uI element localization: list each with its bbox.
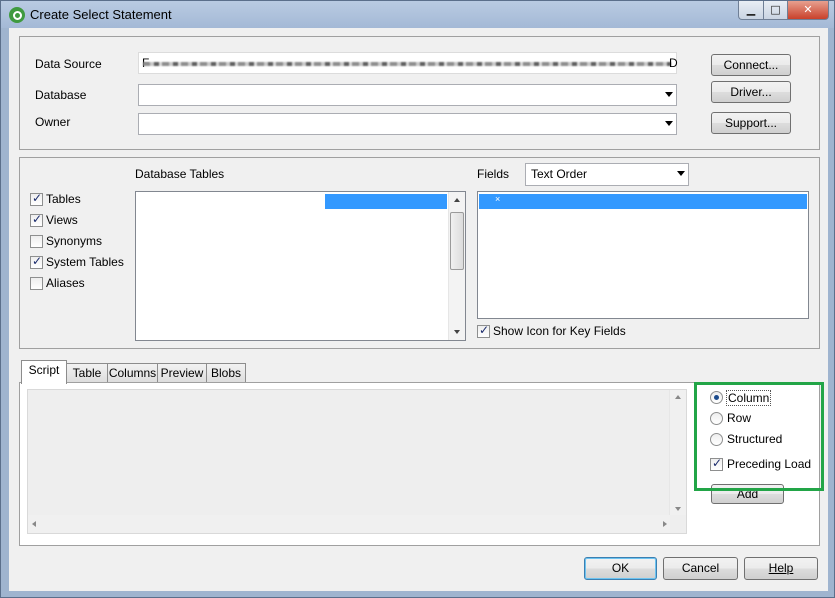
database-label: Database — [35, 88, 87, 102]
options-highlight-box — [694, 382, 824, 491]
cancel-button[interactable]: Cancel — [663, 557, 738, 580]
database-select[interactable] — [138, 84, 677, 106]
data-source-field: F D — [138, 52, 678, 74]
scroll-left-icon[interactable] — [32, 521, 36, 527]
views-checkbox-label: Views — [46, 213, 78, 227]
aliases-checkbox[interactable] — [30, 277, 43, 290]
tables-scrollbar[interactable] — [448, 192, 465, 340]
dialog-body: Data Source F D Database Owner Connect..… — [9, 28, 828, 591]
tab-blobs[interactable]: Blobs — [206, 363, 246, 383]
system-tables-checkbox-label: System Tables — [46, 255, 124, 269]
data-source-end: D — [669, 56, 678, 70]
owner-select[interactable] — [138, 113, 677, 135]
help-button[interactable]: Help — [744, 557, 818, 580]
synonyms-checkbox-label: Synonyms — [46, 234, 103, 248]
tables-checkbox[interactable] — [30, 191, 43, 206]
maximize-button[interactable]: □ — [763, 1, 788, 20]
show-icon-label: Show Icon for Key Fields — [493, 324, 626, 338]
database-tables-list[interactable] — [135, 191, 466, 341]
views-checkbox[interactable] — [30, 212, 43, 227]
script-vscrollbar[interactable] — [669, 390, 686, 515]
fields-order-value: Text Order — [531, 167, 588, 181]
chevron-down-icon — [665, 121, 673, 126]
window-title: Create Select Statement — [30, 7, 172, 22]
support-button[interactable]: Support... — [711, 112, 791, 134]
connection-panel: Data Source F D Database Owner Connect..… — [19, 36, 820, 150]
close-button[interactable]: ✕ — [787, 1, 829, 20]
tab-columns[interactable]: Columns — [107, 363, 158, 383]
tables-checkbox-label: Tables — [46, 192, 81, 206]
scroll-up-icon[interactable] — [675, 395, 681, 399]
scroll-thumb[interactable] — [450, 212, 464, 270]
show-icon-checkbox[interactable] — [477, 323, 490, 338]
driver-button[interactable]: Driver... — [711, 81, 791, 103]
qlikview-app-icon — [9, 7, 25, 23]
fields-order-select[interactable]: Text Order — [525, 163, 689, 186]
system-tables-checkbox[interactable] — [30, 254, 43, 269]
script-editor[interactable] — [27, 389, 687, 534]
title-bar[interactable]: Create Select Statement — [1, 1, 834, 28]
fields-label: Fields — [477, 167, 510, 181]
data-source-label: Data Source — [35, 57, 102, 71]
minimize-button[interactable]: ▁ — [738, 1, 764, 20]
scroll-down-icon[interactable] — [675, 507, 681, 511]
selected-field-row[interactable]: × — [479, 194, 807, 209]
chevron-down-icon — [677, 171, 685, 176]
script-hscrollbar[interactable] — [28, 515, 670, 533]
synonyms-checkbox[interactable] — [30, 235, 43, 248]
selected-table-row[interactable] — [325, 194, 447, 209]
create-select-statement-dialog: Create Select Statement ▁ □ ✕ Data Sourc… — [0, 0, 835, 598]
database-tables-label: Database Tables — [135, 167, 225, 181]
scroll-right-icon[interactable] — [663, 521, 667, 527]
chevron-down-icon — [665, 92, 673, 97]
tables-panel: Tables Views Synonyms System Tables Alia… — [19, 157, 820, 349]
owner-label: Owner — [35, 115, 71, 129]
fields-list[interactable]: × — [477, 191, 809, 319]
tab-preview[interactable]: Preview — [157, 363, 207, 383]
tab-table[interactable]: Table — [66, 363, 108, 383]
scroll-up-icon[interactable] — [454, 198, 460, 202]
aliases-checkbox-label: Aliases — [46, 276, 85, 290]
scroll-down-icon[interactable] — [454, 330, 460, 334]
ok-button[interactable]: OK — [584, 557, 657, 580]
connect-button[interactable]: Connect... — [711, 54, 791, 76]
data-source-redacted-text — [143, 62, 671, 66]
tab-script[interactable]: Script — [21, 360, 67, 384]
